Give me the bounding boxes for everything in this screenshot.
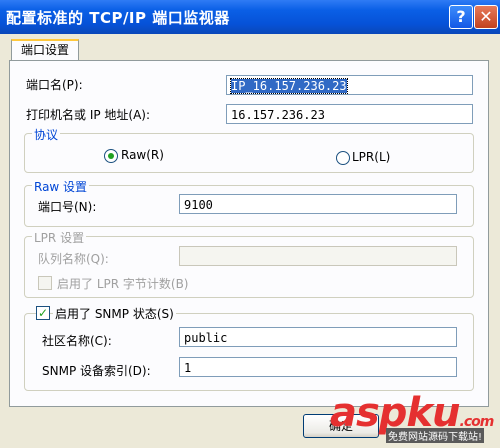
raw-radio-label[interactable]: Raw(R) [121, 148, 164, 162]
raw-radio[interactable] [104, 149, 118, 163]
protocol-group-title: 协议 [32, 126, 61, 143]
protocol-group [24, 133, 474, 173]
lpr-radio-label[interactable]: LPR(L) [352, 150, 390, 164]
lpr-radio[interactable] [336, 151, 350, 165]
port-number-label: 端口号(N): [38, 200, 97, 214]
port-name-input[interactable]: IP_16.157.236.23 [226, 75, 473, 95]
community-name-label: 社区名称(C): [42, 334, 112, 348]
community-name-input[interactable]: public [179, 327, 457, 347]
check-icon: ✓ [37, 306, 49, 320]
host-input[interactable]: 16.157.236.23 [226, 104, 473, 124]
help-icon: ? [456, 7, 466, 26]
title-bar[interactable]: 配置标准的 TCP/IP 端口监视器 ? ✕ [0, 0, 500, 34]
snmp-enabled-checkbox[interactable]: ✓ [36, 306, 50, 320]
raw-settings-title: Raw 设置 [32, 178, 90, 195]
tab-port-settings[interactable]: 端口设置 [11, 39, 79, 61]
help-button[interactable]: ? [449, 5, 473, 29]
snmp-device-index-input[interactable]: 1 [179, 357, 457, 377]
watermark-tagline: 免费网站源码下载站! [386, 428, 485, 443]
snmp-enabled-label[interactable]: 启用了 SNMP 状态(S) [53, 305, 176, 322]
port-name-value: IP_16.157.236.23 [230, 78, 348, 94]
raw-radio-dot [108, 153, 114, 159]
close-icon: ✕ [479, 7, 493, 26]
close-button[interactable]: ✕ [474, 5, 498, 29]
window-title: 配置标准的 TCP/IP 端口监视器 [6, 9, 230, 27]
queue-name-input[interactable] [179, 246, 457, 266]
port-number-input[interactable]: 9100 [179, 194, 457, 214]
snmp-device-index-label: SNMP 设备索引(D): [42, 364, 151, 378]
port-name-label: 端口名(P): [26, 78, 83, 92]
lpr-byte-count-checkbox[interactable] [38, 276, 52, 290]
snmp-group [24, 313, 474, 391]
host-label: 打印机名或 IP 地址(A): [26, 108, 151, 122]
queue-name-label: 队列名称(Q): [38, 252, 109, 266]
lpr-settings-title: LPR 设置 [32, 229, 87, 246]
lpr-byte-count-label[interactable]: 启用了 LPR 字节计数(B) [57, 275, 189, 292]
dialog-window: 配置标准的 TCP/IP 端口监视器 ? ✕ 端口设置 端口名(P): IP_1… [0, 0, 500, 448]
